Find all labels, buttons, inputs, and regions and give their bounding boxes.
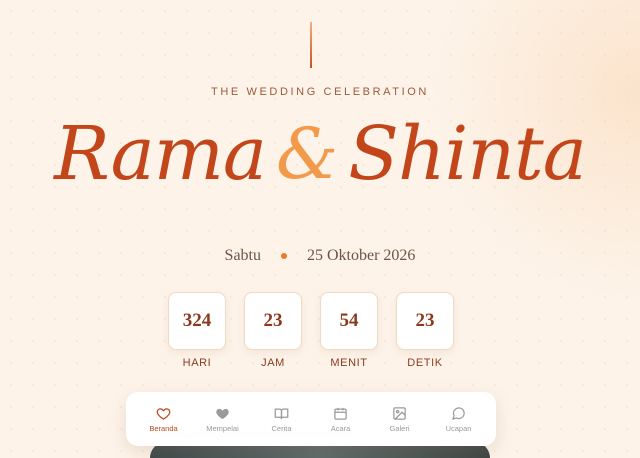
countdown-hours: 23 JAM: [244, 292, 302, 369]
nav-label: Beranda: [149, 423, 178, 433]
countdown-label: MENIT: [330, 357, 368, 369]
nav-label: Galeri: [389, 423, 410, 433]
heart-outline-icon: [156, 407, 171, 420]
date-separator-dot: [281, 253, 287, 259]
countdown-value: 23: [244, 292, 302, 350]
bottom-navigation: Beranda Mempelai Cerita Acara Galeri Uca…: [126, 392, 496, 446]
nav-item-beranda[interactable]: Beranda: [136, 406, 192, 433]
event-date: Sabtu 25 Oktober 2026: [0, 247, 640, 265]
wedding-subtitle: THE WEDDING CELEBRATION: [211, 86, 429, 98]
nav-label: Mempelai: [206, 423, 239, 433]
groom-name: Rama: [54, 111, 267, 197]
nav-item-galeri[interactable]: Galeri: [372, 406, 428, 433]
countdown-value: 324: [168, 292, 226, 350]
countdown-value: 23: [396, 292, 454, 350]
ampersand: &: [275, 113, 339, 195]
event-day: Sabtu: [224, 247, 261, 264]
heart-filled-icon: [216, 408, 229, 419]
countdown-value: 54: [320, 292, 378, 350]
nav-label: Acara: [330, 423, 351, 433]
calendar-icon: [334, 407, 347, 420]
chat-bubble-icon: [452, 406, 465, 420]
nav-item-mempelai[interactable]: Mempelai: [195, 406, 251, 433]
bride-name: Shinta: [348, 111, 587, 197]
event-full-date: 25 Oktober 2026: [307, 247, 416, 264]
nav-item-acara[interactable]: Acara: [313, 406, 369, 433]
nav-label: Ucapan: [445, 423, 472, 433]
couple-names: Rama & Shinta: [0, 104, 640, 204]
countdown-label: JAM: [261, 357, 285, 369]
book-icon: [274, 408, 289, 419]
nav-item-ucapan[interactable]: Ucapan: [431, 406, 487, 433]
countdown-days: 324 HARI: [168, 292, 226, 369]
image-icon: [393, 406, 406, 420]
nav-label: Cerita: [271, 423, 292, 433]
countdown-label: HARI: [182, 357, 212, 369]
nav-item-cerita[interactable]: Cerita: [254, 406, 310, 433]
countdown-seconds: 23 DETIK: [396, 292, 454, 369]
decorative-line: [310, 22, 312, 68]
countdown-timer: 324 HARI 23 JAM 54 MENIT 23 DETIK: [168, 292, 454, 369]
countdown-minutes: 54 MENIT: [320, 292, 378, 369]
countdown-label: DETIK: [407, 357, 443, 369]
